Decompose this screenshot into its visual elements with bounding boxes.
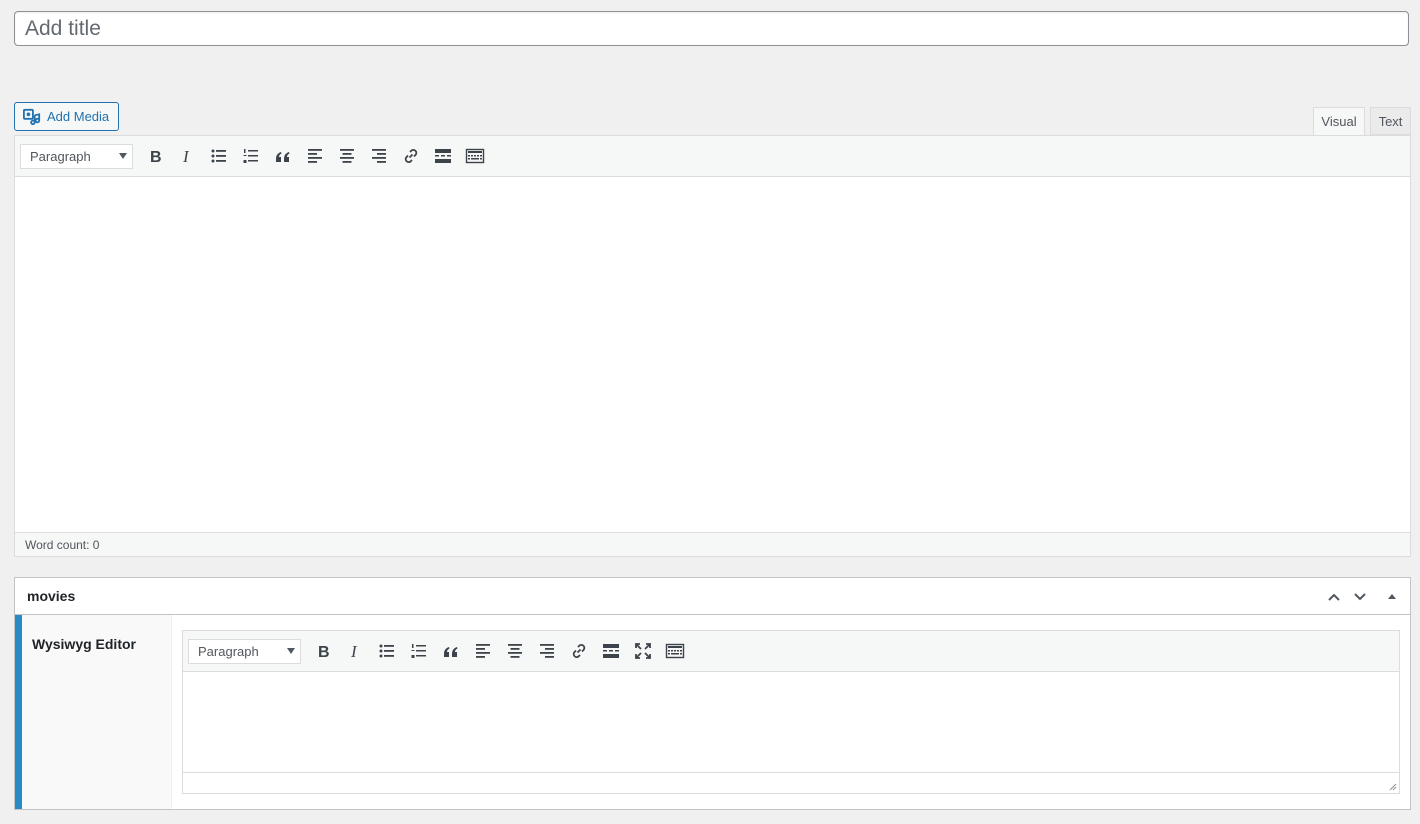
align-left-icon [308,149,322,163]
italic-button[interactable]: I [171,141,203,171]
toggle-panel-button[interactable] [1381,586,1403,608]
move-down-button[interactable] [1349,586,1371,608]
link-button[interactable] [563,636,595,666]
resize-handle-icon[interactable] [1387,781,1397,791]
align-center-icon [340,149,354,163]
align-right-button[interactable] [531,636,563,666]
field-label: Wysiwyg Editor [15,615,172,809]
align-left-button[interactable] [299,141,331,171]
triangle-up-icon [1388,594,1396,599]
numbered-list-button[interactable] [403,636,435,666]
blockquote-icon [444,647,458,657]
wysiwyg-content-area[interactable] [183,672,1399,773]
bulleted-list-button[interactable] [203,141,235,171]
blockquote-icon [276,152,290,162]
blockquote-button[interactable] [435,636,467,666]
bold-button[interactable]: B [307,636,339,666]
editor-content-area[interactable] [15,177,1410,532]
read-more-icon [435,149,451,163]
align-left-button[interactable] [467,636,499,666]
italic-button[interactable]: I [339,636,371,666]
main-editor: Paragraph B I Word count: 0 [14,135,1411,557]
italic-icon: I [350,642,358,661]
svg-text:B: B [318,644,330,661]
link-icon [404,149,418,163]
metabox-header: movies [15,578,1410,615]
bold-icon: B [318,644,330,661]
blockquote-button[interactable] [267,141,299,171]
add-media-button[interactable]: Add Media [14,102,119,131]
svg-text:I: I [182,147,190,166]
toolbar-toggle-icon [665,643,685,659]
bulleted-list-button[interactable] [371,636,403,666]
format-select-value: Paragraph [30,148,91,164]
toolbar-toggle-button[interactable] [659,636,691,666]
format-select[interactable]: Paragraph [188,638,301,664]
format-select[interactable]: Paragraph [20,143,133,169]
align-right-button[interactable] [363,141,395,171]
align-left-icon [476,644,490,658]
fullscreen-button[interactable] [627,636,659,666]
link-button[interactable] [395,141,427,171]
svg-text:B: B [150,149,162,166]
word-count: Word count: 0 [15,532,1410,556]
align-center-button[interactable] [499,636,531,666]
chevron-down-icon [1354,593,1366,601]
read-more-button[interactable] [427,141,459,171]
chevron-down-icon [119,153,127,159]
chevron-up-icon [1328,593,1340,601]
bold-icon: B [150,149,162,166]
move-up-button[interactable] [1323,586,1345,608]
title-field[interactable] [14,11,1409,46]
wysiwyg-toolbar: Paragraph B I [183,631,1399,672]
align-right-icon [540,644,554,658]
title-input[interactable] [15,12,1408,45]
italic-icon: I [182,147,190,166]
bulleted-list-icon [211,149,226,163]
wysiwyg-editor: Paragraph B I [182,630,1400,794]
toolbar-toggle-button[interactable] [459,141,491,171]
field-input-area: Paragraph B I [172,615,1410,809]
bulleted-list-icon [379,644,394,658]
align-right-icon [372,149,386,163]
bold-button[interactable]: B [139,141,171,171]
editor-toolbar: Paragraph B I [15,136,1410,177]
read-more-icon [603,644,619,658]
align-center-icon [508,644,522,658]
svg-text:I: I [350,642,358,661]
format-select-value: Paragraph [198,643,259,659]
numbered-list-icon [411,644,426,658]
metabox-title: movies [27,588,76,604]
media-icon [23,108,41,125]
movies-metabox: movies Wysiwyg Editor Paragraph B I [14,577,1411,810]
tab-visual[interactable]: Visual [1313,107,1365,136]
tab-text[interactable]: Text [1370,107,1411,135]
toolbar-toggle-icon [465,148,485,164]
add-media-label: Add Media [47,109,110,124]
align-center-button[interactable] [331,141,363,171]
wysiwyg-field-row: Wysiwyg Editor Paragraph B I [15,615,1410,809]
read-more-button[interactable] [595,636,627,666]
numbered-list-button[interactable] [235,141,267,171]
chevron-down-icon [287,648,295,654]
link-icon [572,644,586,658]
numbered-list-icon [243,149,258,163]
fullscreen-icon [635,643,651,659]
